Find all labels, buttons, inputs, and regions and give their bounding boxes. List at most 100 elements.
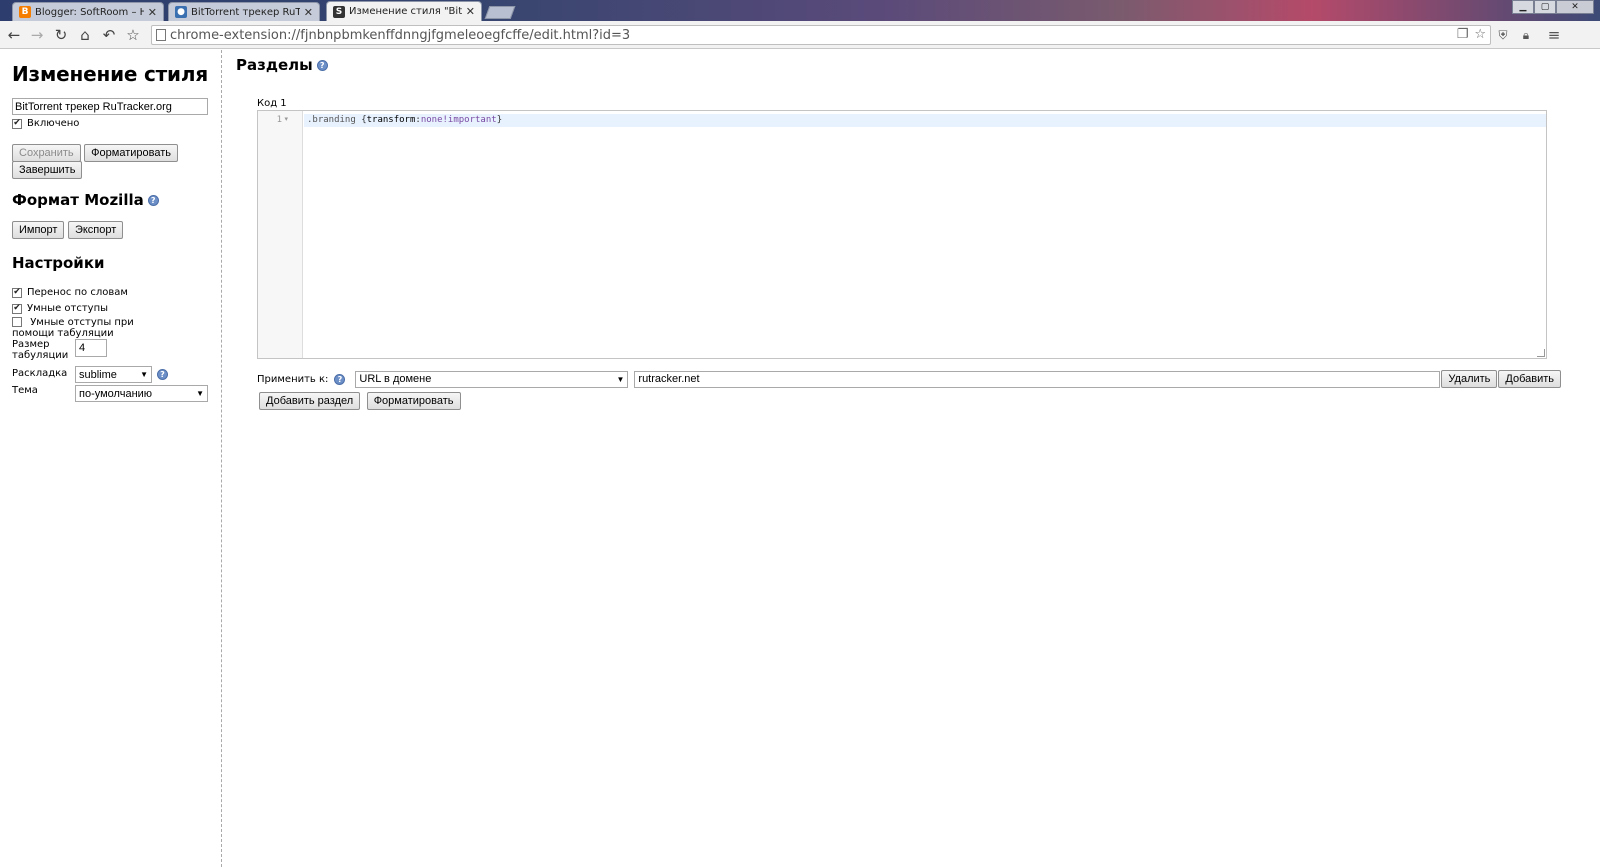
browser-toolbar: ← → ↻ ⌂ ↶ ☆ chrome-extension://fjnbnpbmk… bbox=[0, 21, 1600, 49]
sidebar: Изменение стиля ✔ Включено Сохранить Фор… bbox=[0, 50, 222, 867]
mozilla-format-title: Формат Mozilla bbox=[12, 191, 144, 209]
settings-heading: Настройки bbox=[12, 254, 105, 272]
chevron-down-icon: ▼ bbox=[196, 389, 204, 398]
blogger-icon: B bbox=[19, 6, 31, 18]
word-wrap-checkbox[interactable]: ✔ bbox=[12, 287, 22, 298]
chevron-down-icon: ▼ bbox=[616, 374, 625, 384]
sections-heading: Разделы ? bbox=[236, 56, 1600, 74]
delete-button[interactable]: Удалить bbox=[1441, 370, 1498, 388]
enabled-row: ✔ Включено bbox=[12, 116, 209, 131]
apply-to-label: Применить к: bbox=[257, 373, 329, 385]
action-buttons: Сохранить Форматировать bbox=[12, 144, 209, 162]
tab-size-label: Размер табуляции bbox=[12, 339, 69, 361]
new-tab-button[interactable] bbox=[484, 6, 516, 19]
keymap-value: sublime bbox=[79, 368, 117, 381]
tab-strip: B Blogger: SoftRoom – Нов ✕ ● BitTorrent… bbox=[0, 0, 1600, 21]
add-button[interactable]: Добавить bbox=[1498, 370, 1562, 388]
tab-blogger[interactable]: B Blogger: SoftRoom – Нов ✕ bbox=[12, 2, 164, 21]
code-section-label: Код 1 bbox=[257, 98, 287, 109]
back-icon[interactable]: ← bbox=[5, 26, 23, 44]
theme-select[interactable]: по-умолчанию ▼ bbox=[75, 385, 208, 402]
address-bar[interactable]: chrome-extension://fjnbnpbmkenffdnngjfgm… bbox=[151, 25, 1491, 45]
word-wrap-label: Перенос по словам bbox=[27, 287, 128, 298]
import-button[interactable]: Импорт bbox=[12, 221, 65, 239]
style-name-input[interactable] bbox=[12, 98, 208, 115]
help-icon[interactable]: ? bbox=[334, 373, 346, 385]
css-value: none!important bbox=[420, 115, 497, 125]
help-icon[interactable]: ? bbox=[147, 194, 159, 206]
apply-value-input[interactable]: rutracker.net bbox=[634, 370, 1441, 388]
ublock-icon[interactable]: ⛨ bbox=[1494, 26, 1512, 44]
resize-handle[interactable] bbox=[1537, 349, 1545, 357]
format-section-button[interactable]: Форматировать bbox=[366, 392, 461, 410]
css-brace-open: { bbox=[355, 115, 367, 125]
smart-indent-tab-label: Умные отступы при помощи табуляции bbox=[12, 317, 134, 339]
undo-close-tab-icon[interactable]: ↶ bbox=[100, 26, 118, 44]
theme-value: по-умолчанию bbox=[79, 387, 153, 400]
close-icon[interactable]: ✕ bbox=[148, 6, 157, 19]
css-selector: .branding bbox=[307, 115, 356, 125]
tab-rutracker[interactable]: ● BitTorrent трекер RuTrack ✕ bbox=[168, 2, 320, 21]
page-title: Изменение стиля bbox=[12, 62, 208, 86]
reload-icon[interactable]: ↻ bbox=[52, 26, 70, 44]
maximize-icon[interactable]: ▢ bbox=[1534, 0, 1556, 14]
editor-gutter: 1 ▾ bbox=[258, 111, 303, 358]
code-line: .branding {transform:none!important} bbox=[307, 115, 502, 125]
page-icon bbox=[156, 29, 166, 41]
help-icon[interactable]: ? bbox=[316, 59, 328, 71]
enabled-checkbox[interactable]: ✔ bbox=[12, 118, 22, 129]
mozilla-format-heading: Формат Mozilla ? bbox=[12, 191, 209, 209]
close-icon[interactable]: ✕ bbox=[304, 6, 313, 19]
window-close-icon[interactable]: ✕ bbox=[1556, 0, 1594, 14]
apply-type-value: URL в домене bbox=[359, 373, 432, 385]
css-brace-close: } bbox=[496, 115, 503, 125]
tab-title: BitTorrent трекер RuTrack bbox=[191, 6, 300, 18]
tab-size-input[interactable]: 4 bbox=[75, 339, 107, 357]
section-actions: Добавить раздел Форматировать bbox=[259, 392, 461, 410]
apply-type-select[interactable]: URL в домене ▼ bbox=[355, 370, 629, 388]
word-wrap-row: ✔ Перенос по словам bbox=[12, 285, 209, 300]
smart-indent-row: ✔ Умные отступы bbox=[12, 301, 209, 316]
star-icon[interactable]: ☆ bbox=[1474, 27, 1486, 42]
chevron-down-icon: ▼ bbox=[140, 370, 148, 379]
enabled-label: Включено bbox=[27, 118, 80, 129]
fold-icon[interactable]: ▾ bbox=[284, 115, 288, 123]
lock-extension-icon[interactable]: 🔒︎ bbox=[1517, 26, 1535, 44]
tab-size-value: 4 bbox=[79, 342, 86, 354]
smart-indent-tab-checkbox[interactable] bbox=[12, 317, 22, 327]
window-controls: ▁ ▢ ✕ bbox=[1512, 0, 1594, 14]
line-number: 1 bbox=[276, 115, 282, 125]
main-content: Разделы ? Код 1 1 ▾ .branding {transform… bbox=[236, 50, 1600, 867]
smart-indent-label: Умные отступы bbox=[27, 303, 109, 314]
save-button[interactable]: Сохранить bbox=[12, 144, 81, 162]
sections-title: Разделы bbox=[236, 56, 313, 74]
menu-icon[interactable]: ≡ bbox=[1545, 26, 1563, 44]
finish-button[interactable]: Завершить bbox=[12, 161, 83, 179]
home-icon[interactable]: ⌂ bbox=[76, 26, 94, 44]
tab-edit-style[interactable]: S Изменение стиля "BitTor ✕ bbox=[326, 1, 482, 21]
tab-title: Изменение стиля "BitTor bbox=[349, 6, 462, 17]
tab-title: Blogger: SoftRoom – Нов bbox=[35, 6, 144, 18]
stylish-icon: S bbox=[333, 5, 345, 18]
theme-row: Тема по-умолчанию ▼ bbox=[12, 385, 208, 402]
keymap-row: Раскладка sublime ▼ ? bbox=[12, 366, 168, 383]
help-icon[interactable]: ? bbox=[157, 369, 168, 380]
code-editor[interactable]: 1 ▾ .branding {transform:none!important} bbox=[257, 110, 1547, 359]
css-property: transform bbox=[366, 115, 416, 125]
tab-size-row: Размер табуляции 4 bbox=[12, 339, 107, 361]
rutracker-icon: ● bbox=[175, 6, 187, 18]
copy-page-icon[interactable]: ❐ bbox=[1457, 27, 1469, 42]
apply-to-row: Применить к: ? URL в домене ▼ rutracker.… bbox=[257, 370, 1562, 388]
minimize-icon[interactable]: ▁ bbox=[1512, 0, 1534, 14]
url-text: chrome-extension://fjnbnpbmkenffdnngjfgm… bbox=[170, 27, 631, 43]
bookmark-star-icon[interactable]: ☆ bbox=[124, 26, 142, 44]
format-button[interactable]: Форматировать bbox=[84, 144, 178, 162]
forward-icon[interactable]: → bbox=[28, 26, 46, 44]
add-section-button[interactable]: Добавить раздел bbox=[259, 392, 361, 410]
keymap-select[interactable]: sublime ▼ bbox=[75, 366, 152, 383]
close-icon[interactable]: ✕ bbox=[466, 5, 475, 18]
smart-indent-checkbox[interactable]: ✔ bbox=[12, 303, 22, 314]
smart-indent-tab-row: Умные отступы при помощи табуляции bbox=[12, 317, 172, 339]
export-button[interactable]: Экспорт bbox=[67, 221, 124, 239]
keymap-label: Раскладка bbox=[12, 368, 68, 379]
